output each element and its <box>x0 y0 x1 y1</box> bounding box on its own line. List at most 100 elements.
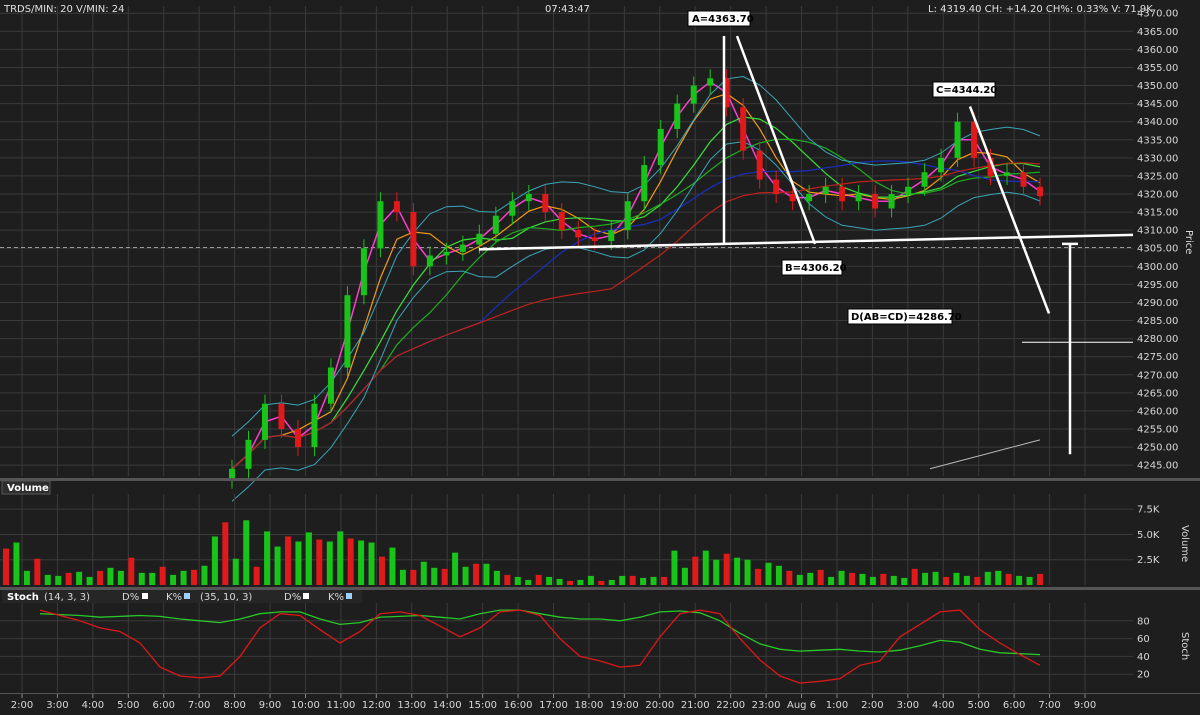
volume-bar[interactable] <box>431 567 438 585</box>
volume-bar[interactable] <box>995 570 1002 585</box>
volume-bar[interactable] <box>452 552 459 585</box>
volume-bar[interactable] <box>243 520 250 585</box>
candle-body[interactable] <box>674 103 681 129</box>
volume-bar[interactable] <box>1037 573 1043 585</box>
volume-bar[interactable] <box>410 569 417 585</box>
volume-bar[interactable] <box>493 570 500 585</box>
candle-body[interactable] <box>905 186 912 194</box>
volume-bar[interactable] <box>702 550 709 585</box>
candle-body[interactable] <box>657 128 664 166</box>
volume-bar[interactable] <box>222 522 229 585</box>
volume-bar[interactable] <box>828 576 835 585</box>
volume-bar[interactable] <box>567 580 573 585</box>
candle-body[interactable] <box>1004 172 1011 176</box>
candle-body[interactable] <box>773 179 780 194</box>
candle-body[interactable] <box>410 212 417 267</box>
volume-bar[interactable] <box>901 577 908 585</box>
volume-bar[interactable] <box>849 572 855 585</box>
volume-bar[interactable] <box>932 571 939 585</box>
volume-bar[interactable] <box>514 576 521 585</box>
volume-bar[interactable] <box>389 547 396 585</box>
candle-body[interactable] <box>756 150 763 180</box>
volume-bar[interactable] <box>838 570 845 585</box>
volume-bar[interactable] <box>420 561 427 585</box>
volume-bar[interactable] <box>274 546 281 585</box>
candle-body[interactable] <box>229 468 235 480</box>
volume-bar[interactable] <box>535 574 542 585</box>
volume-bar[interactable] <box>943 576 949 585</box>
candle-body[interactable] <box>278 403 285 429</box>
candle-body[interactable] <box>971 121 978 158</box>
volume-bar[interactable] <box>692 556 699 585</box>
volume-bar[interactable] <box>358 540 365 585</box>
volume-bar[interactable] <box>681 567 688 585</box>
volume-bar[interactable] <box>1016 575 1023 585</box>
candle-body[interactable] <box>921 172 928 187</box>
volume-bar[interactable] <box>399 569 406 585</box>
candle-body[interactable] <box>377 201 384 249</box>
volume-bar[interactable] <box>556 578 563 585</box>
volume-bar[interactable] <box>86 576 93 585</box>
volume-bar[interactable] <box>138 572 145 585</box>
volume-bar[interactable] <box>462 566 469 585</box>
volume-bar[interactable] <box>159 566 166 585</box>
candle-body[interactable] <box>492 215 499 234</box>
candle-body[interactable] <box>509 201 516 216</box>
volume-bar[interactable] <box>922 572 929 585</box>
volume-bar[interactable] <box>23 570 30 585</box>
volume-bar[interactable] <box>76 571 83 585</box>
volume-bar[interactable] <box>755 568 761 585</box>
volume-bar[interactable] <box>44 574 51 585</box>
volume-bar[interactable] <box>859 573 866 585</box>
candle-body[interactable] <box>1037 186 1043 197</box>
volume-bar[interactable] <box>963 575 970 585</box>
candle-body[interactable] <box>591 237 598 241</box>
volume-bar[interactable] <box>587 575 594 585</box>
candle-body[interactable] <box>311 403 318 448</box>
candle-body[interactable] <box>822 186 829 194</box>
volume-bar[interactable] <box>347 538 354 585</box>
volume-bar[interactable] <box>974 576 981 585</box>
volume-bar[interactable] <box>880 573 887 585</box>
candle-body[interactable] <box>575 230 582 238</box>
volume-bar[interactable] <box>619 575 626 585</box>
volume-bar[interactable] <box>316 539 323 586</box>
stoch-d-checkbox-2[interactable] <box>303 593 309 599</box>
candle-body[interactable] <box>558 212 565 231</box>
candle-body[interactable] <box>888 194 895 209</box>
volume-bar[interactable] <box>713 559 720 585</box>
volume-bar[interactable] <box>775 565 782 585</box>
volume-bar[interactable] <box>546 576 553 585</box>
volume-bar[interactable] <box>598 580 605 585</box>
candle-body[interactable] <box>426 255 433 267</box>
volume-bar[interactable] <box>1005 573 1012 585</box>
volume-bar[interactable] <box>671 550 678 585</box>
volume-bar[interactable] <box>525 579 532 585</box>
volume-bar[interactable] <box>1026 576 1033 585</box>
volume-bar[interactable] <box>117 570 124 585</box>
volume-bar[interactable] <box>817 569 824 585</box>
volume-bar[interactable] <box>3 548 9 585</box>
candle-body[interactable] <box>872 194 879 209</box>
candle-body[interactable] <box>245 439 252 469</box>
volume-bar[interactable] <box>285 536 291 585</box>
stoch-k-checkbox-1[interactable] <box>184 593 190 599</box>
volume-bar[interactable] <box>191 569 197 585</box>
volume-bar[interactable] <box>65 572 72 585</box>
candle-body[interactable] <box>261 403 268 440</box>
volume-bar[interactable] <box>911 568 918 585</box>
volume-bar[interactable] <box>661 576 667 585</box>
volume-bar[interactable] <box>97 570 103 585</box>
candle-body[interactable] <box>855 194 862 202</box>
volume-bar[interactable] <box>984 571 991 585</box>
candle-body[interactable] <box>839 186 846 202</box>
annotation-b[interactable]: B=4306.20 <box>781 259 847 276</box>
volume-bar[interactable] <box>890 575 897 585</box>
volume-bar[interactable] <box>201 565 208 585</box>
stoch-k-checkbox-2[interactable] <box>346 593 352 599</box>
volume-bar[interactable] <box>807 572 814 585</box>
volume-bar[interactable] <box>723 553 730 585</box>
candle-body[interactable] <box>690 85 697 104</box>
volume-bar[interactable] <box>149 572 156 585</box>
candle-body[interactable] <box>344 295 351 368</box>
